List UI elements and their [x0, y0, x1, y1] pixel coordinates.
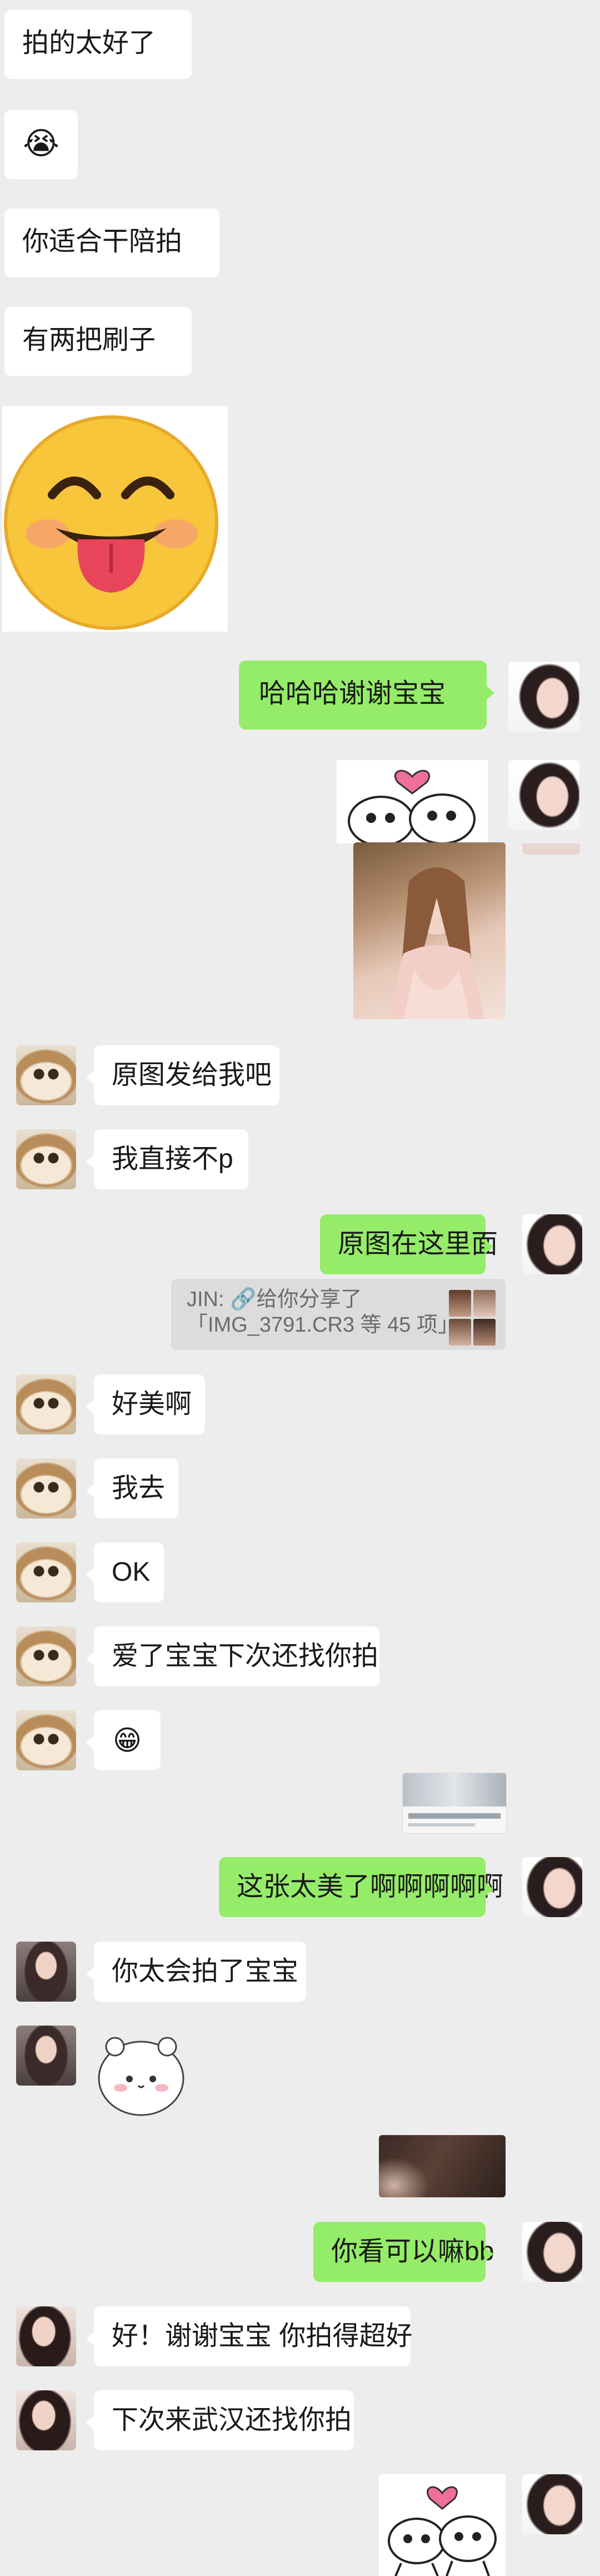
screenshot-content — [403, 1773, 506, 1806]
message-bubble[interactable]: 好！谢谢宝宝 你拍得超好 — [86, 2306, 413, 2366]
contact-avatar[interactable] — [16, 1942, 76, 2002]
message-bubble[interactable]: 原图在这里面 — [320, 1214, 498, 1274]
screenshot-thumbnail[interactable] — [402, 1773, 507, 1834]
two-cats-heart-sticker[interactable] — [337, 760, 488, 843]
my-avatar[interactable] — [508, 760, 579, 830]
my-avatar[interactable] — [522, 1214, 582, 1274]
message-text: 哈哈哈谢谢宝宝 — [259, 679, 446, 708]
contact-avatar[interactable] — [16, 1626, 76, 1686]
photo-subject — [389, 867, 484, 1019]
screenshot-bar — [408, 1813, 501, 1819]
message-text: 这张太美了啊啊啊啊啊 — [237, 1872, 504, 1902]
white-bear-sticker[interactable] — [94, 2026, 188, 2120]
message-text: 下次来武汉还找你拍 — [112, 2405, 352, 2435]
message-bubble[interactable]: 你太会拍了宝宝 — [86, 1942, 306, 2002]
contact-avatar[interactable] — [16, 1542, 76, 1602]
my-avatar[interactable] — [508, 662, 579, 732]
message-bubble[interactable]: 我去 — [86, 1458, 178, 1518]
message-bubble[interactable]: 爱了宝宝下次还找你拍 — [86, 1626, 379, 1686]
emoji-bubble[interactable]: 😭 — [4, 110, 78, 179]
contact-avatar[interactable] — [16, 2026, 76, 2086]
contact-avatar[interactable] — [16, 2390, 76, 2450]
tongue-out-face-sticker[interactable] — [2, 406, 228, 632]
message-text: 拍的太好了 — [22, 28, 156, 58]
message-bubble[interactable]: 有两把刷子 — [4, 307, 192, 376]
file-thumbnail — [449, 1290, 471, 1317]
message-text: 我去 — [112, 1473, 166, 1503]
cats-heart-icon — [348, 770, 476, 843]
message-text: 好！谢谢宝宝 你拍得超好 — [112, 2321, 413, 2351]
share-line-2: 「IMG_3791.CR3 等 45 项」 — [187, 1313, 459, 1337]
shared-files-card[interactable]: JIN: 🔗给你分享了 「IMG_3791.CR3 等 45 项」 — [171, 1279, 506, 1350]
emoji-bubble[interactable]: 😁 — [86, 1710, 161, 1770]
message-bubble[interactable]: 你适合干陪拍 — [4, 209, 219, 277]
bear-icon — [98, 2037, 184, 2116]
message-text: 我直接不p — [112, 1144, 233, 1174]
contact-avatar[interactable] — [16, 1045, 76, 1105]
message-text: 有两把刷子 — [22, 325, 156, 355]
photo-highlight — [379, 2157, 429, 2197]
message-text: 你看可以嘛bb — [331, 2237, 494, 2266]
message-bubble[interactable]: 你看可以嘛bb — [313, 2222, 494, 2282]
shared-photo[interactable] — [379, 2135, 506, 2197]
message-bubble[interactable]: OK — [86, 1542, 164, 1602]
avatar-stack-edge — [522, 843, 580, 855]
grinning-emoji: 😁 — [112, 1725, 142, 1756]
message-text: 原图发给我吧 — [112, 1060, 272, 1090]
message-bubble[interactable]: 哈哈哈谢谢宝宝 — [239, 661, 494, 729]
cats-heart-icon — [388, 2486, 497, 2576]
message-bubble[interactable]: 下次来武汉还找你拍 — [86, 2390, 354, 2450]
message-bubble[interactable]: 原图发给我吧 — [86, 1045, 279, 1105]
message-bubble[interactable]: 好美啊 — [86, 1374, 205, 1435]
contact-avatar[interactable] — [16, 1129, 76, 1189]
portrait-photo[interactable] — [353, 842, 506, 1019]
contact-avatar[interactable] — [16, 1374, 76, 1435]
file-thumbnail — [473, 1290, 496, 1317]
my-avatar[interactable] — [522, 1857, 582, 1917]
message-text: 好美啊 — [112, 1389, 192, 1419]
message-text: OK — [112, 1557, 151, 1587]
message-text: 爱了宝宝下次还找你拍 — [112, 1641, 379, 1671]
tongue-face-icon — [4, 415, 218, 630]
contact-avatar[interactable] — [16, 1458, 76, 1518]
message-text: 你适合干陪拍 — [22, 227, 183, 256]
file-thumbnail — [473, 1319, 496, 1346]
message-bubble[interactable]: 我直接不p — [86, 1129, 248, 1189]
two-cats-heart-sticker[interactable] — [379, 2474, 506, 2576]
message-text: 原图在这里面 — [338, 1229, 498, 1259]
screenshot-bar — [408, 1823, 475, 1826]
my-avatar[interactable] — [522, 2222, 582, 2282]
share-line-1: JIN: 🔗给你分享了 — [187, 1288, 362, 1311]
my-avatar[interactable] — [522, 2474, 582, 2534]
contact-avatar[interactable] — [16, 1710, 76, 1770]
message-bubble[interactable]: 这张太美了啊啊啊啊啊 — [219, 1857, 503, 1917]
message-text: 你太会拍了宝宝 — [112, 1957, 299, 1986]
contact-avatar[interactable] — [16, 2306, 76, 2366]
crying-emoji: 😭 — [23, 126, 59, 161]
message-bubble[interactable]: 拍的太好了 — [4, 10, 192, 79]
file-thumbnail — [449, 1319, 471, 1346]
